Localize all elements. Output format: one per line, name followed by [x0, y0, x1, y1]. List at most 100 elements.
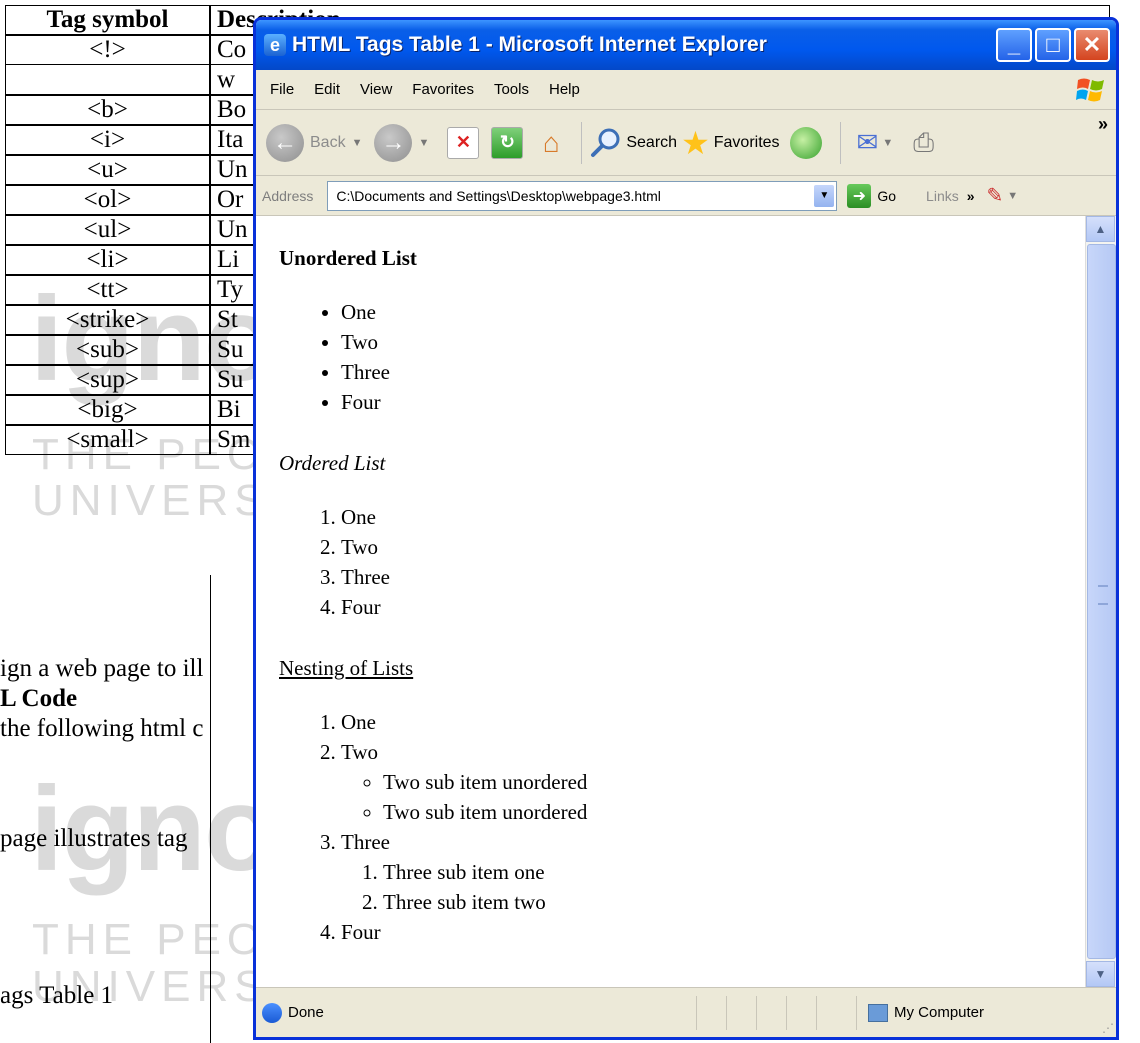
- status-text: Done: [288, 1004, 324, 1021]
- vertical-scrollbar[interactable]: ▲ ▼: [1085, 216, 1116, 987]
- toolbar-separator: [839, 121, 841, 164]
- pdf-icon[interactable]: ✎: [987, 183, 1004, 208]
- favorites-button[interactable]: Favorites: [714, 134, 780, 152]
- list-item-label: One: [341, 710, 376, 734]
- table-cell-tag: <sub>: [5, 335, 210, 365]
- status-separator: [816, 996, 817, 1030]
- list-item: Two: [341, 327, 1085, 357]
- list-item: Two: [341, 532, 1085, 562]
- window-title: HTML Tags Table 1 - Microsoft Internet E…: [292, 33, 767, 56]
- table-cell-tag: <b>: [5, 95, 210, 125]
- list-item: One: [341, 502, 1085, 532]
- list-item: Three sub item two: [383, 887, 1085, 917]
- table-cell-tag: <i>: [5, 125, 210, 155]
- address-dropdown-icon[interactable]: ▼: [814, 184, 835, 207]
- minimize-button[interactable]: _: [996, 28, 1032, 62]
- list-item: Four: [341, 387, 1085, 417]
- table-cell-tag: <tt>: [5, 275, 210, 305]
- list-item: Four: [341, 917, 1085, 947]
- scroll-thumb[interactable]: [1087, 244, 1116, 959]
- pdf-dropdown-icon[interactable]: ▼: [1007, 190, 1018, 202]
- status-separator: [726, 996, 727, 1030]
- ordered-list: One Two Three Four: [279, 502, 1085, 622]
- menu-edit[interactable]: Edit: [314, 81, 340, 98]
- back-dropdown-icon[interactable]: ▼: [352, 137, 363, 149]
- list-item-label: Three: [341, 830, 390, 854]
- nested-ordered-list: Three sub item one Three sub item two: [341, 857, 1085, 917]
- history-icon[interactable]: [789, 126, 822, 159]
- list-item: Three sub item one: [383, 857, 1085, 887]
- title-bar[interactable]: e HTML Tags Table 1 - Microsoft Internet…: [256, 20, 1116, 70]
- doc-column-line: [210, 575, 211, 1043]
- links-button[interactable]: Links: [926, 188, 959, 204]
- nested-list: One Two Two sub item unordered Two sub i…: [279, 707, 1085, 947]
- go-button[interactable]: ➜ Go: [847, 183, 897, 208]
- ie-logo-icon: e: [264, 34, 286, 56]
- mail-dropdown-icon[interactable]: ▼: [882, 137, 893, 149]
- list-item: Four: [341, 592, 1085, 622]
- favorites-star-icon[interactable]: ★: [681, 124, 710, 162]
- toolbar-chevron-icon[interactable]: »: [1098, 114, 1108, 135]
- toolbar-separator: [581, 121, 583, 164]
- address-label: Address: [262, 187, 314, 204]
- menu-help[interactable]: Help: [549, 81, 580, 98]
- page-status-icon: [262, 1002, 282, 1023]
- mail-icon[interactable]: ✉: [857, 127, 879, 158]
- address-input[interactable]: C:\Documents and Settings\Desktop\webpag…: [327, 180, 838, 211]
- home-button[interactable]: ⌂: [535, 127, 567, 159]
- list-item: Three: [341, 562, 1085, 592]
- back-label: Back: [310, 133, 346, 151]
- list-item: Two sub item unordered: [383, 797, 1085, 827]
- table-cell-tag: <ul>: [5, 215, 210, 245]
- table-cell-tag: <strike>: [5, 305, 210, 335]
- list-item: Three: [341, 357, 1085, 387]
- list-item-label: Two: [341, 740, 379, 764]
- menu-tools[interactable]: Tools: [494, 81, 529, 98]
- status-separator: [856, 996, 857, 1030]
- doc-text-line: ags Table 1: [0, 982, 114, 1009]
- ie-window: e HTML Tags Table 1 - Microsoft Internet…: [253, 17, 1119, 1040]
- scroll-grip-icon: [1098, 585, 1108, 605]
- list-item: Two sub item unordered: [383, 767, 1085, 797]
- address-value: C:\Documents and Settings\Desktop\webpag…: [336, 187, 661, 204]
- list-item: Two Two sub item unordered Two sub item …: [341, 737, 1085, 827]
- doc-text-line: page illustrates tag: [0, 825, 188, 852]
- ordered-list-heading: Ordered List: [279, 451, 386, 475]
- zone-text: My Computer: [894, 1004, 985, 1021]
- list-item-label: Four: [341, 920, 381, 944]
- address-bar: Address C:\Documents and Settings\Deskto…: [256, 176, 1116, 216]
- status-separator: [696, 996, 697, 1030]
- unordered-list: One Two Three Four: [279, 297, 1085, 417]
- back-button[interactable]: ←: [266, 123, 304, 162]
- scroll-down-button[interactable]: ▼: [1086, 961, 1115, 987]
- table-cell-tag: <sup>: [5, 365, 210, 395]
- resize-grip-icon[interactable]: ⋰: [1102, 1021, 1114, 1035]
- search-button[interactable]: Search: [626, 134, 677, 152]
- table-cell-tag: <!>: [5, 35, 210, 65]
- maximize-button[interactable]: □: [1035, 28, 1071, 62]
- doc-text-line: the following html c: [0, 715, 204, 742]
- scroll-up-button[interactable]: ▲: [1086, 216, 1115, 242]
- nested-unordered-list: Two sub item unordered Two sub item unor…: [341, 767, 1085, 827]
- refresh-button[interactable]: ↻: [491, 126, 524, 159]
- unordered-list-heading: Unordered List: [279, 246, 417, 270]
- table-cell-tag: <big>: [5, 395, 210, 425]
- forward-dropdown-icon[interactable]: ▼: [418, 137, 429, 149]
- go-arrow-icon: ➜: [847, 183, 872, 208]
- table-cell-tag: <u>: [5, 155, 210, 185]
- page-content: Unordered List One Two Three Four Ordere…: [256, 216, 1085, 987]
- menu-bar: File Edit View Favorites Tools Help: [256, 70, 1116, 110]
- search-icon[interactable]: [590, 127, 622, 159]
- close-button[interactable]: ✕: [1074, 28, 1110, 62]
- menu-file[interactable]: File: [270, 81, 294, 98]
- print-icon[interactable]: ⎙: [913, 127, 934, 159]
- menu-view[interactable]: View: [360, 81, 392, 98]
- go-label: Go: [877, 187, 897, 204]
- stop-button[interactable]: ✕: [447, 126, 480, 159]
- links-chevron-icon[interactable]: »: [967, 188, 975, 204]
- status-separator: [786, 996, 787, 1030]
- list-item: One: [341, 297, 1085, 327]
- forward-button[interactable]: →: [374, 123, 413, 162]
- doc-text-line: ign a web page to ill: [0, 655, 204, 682]
- menu-favorites[interactable]: Favorites: [412, 81, 474, 98]
